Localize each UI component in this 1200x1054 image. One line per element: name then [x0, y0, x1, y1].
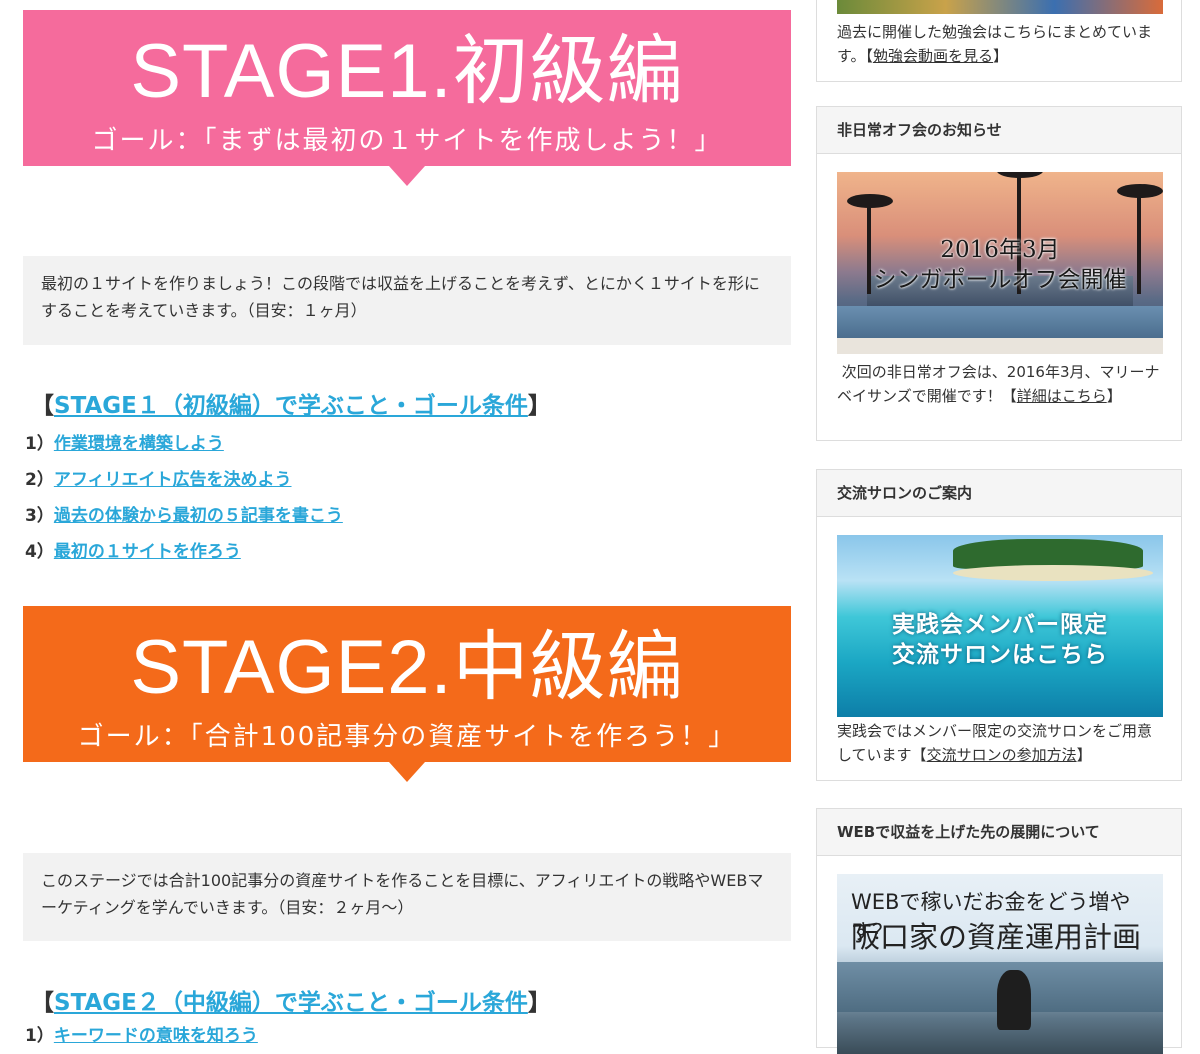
stage1-heading: 【STAGE１（初級編）で学ぶこと・ゴール条件】: [31, 386, 551, 420]
stage1-list: 1）作業環境を構築しよう 2）アフィリエイト広告を決めよう 3）過去の体験から最…: [25, 426, 343, 570]
salon-text-after: 】: [1076, 746, 1092, 764]
list-item-link[interactable]: 過去の体験から最初の５記事を書こう: [54, 506, 343, 526]
web-widget-title: WEBで収益を上げた先の展開について: [817, 809, 1181, 856]
stage2-heading: 【STAGE２（中級編）で学ぶこと・ゴール条件】: [31, 983, 551, 1017]
salon-image-line1: 実践会メンバー限定: [892, 612, 1108, 638]
study-image[interactable]: [837, 0, 1163, 14]
list-item-number: 4）: [25, 542, 54, 562]
web-widget: WEBで収益を上げた先の展開について WEBで稼いだお金をどう増やす？ 阪口家の…: [816, 808, 1182, 1054]
stage2-banner: STAGE2.中級編 ゴール：「合計100記事分の資産サイトを作ろう！」: [23, 606, 791, 782]
study-text: 過去に開催した勉強会はこちらにまとめています。【勉強会動画を見る】: [837, 20, 1163, 68]
offkai-detail-link[interactable]: 詳細はこちら: [1017, 387, 1107, 405]
palm-frond: [1117, 184, 1163, 198]
singapore-offkai-banner[interactable]: 2016年3月 シンガポールオフ会開催: [837, 172, 1163, 354]
list-item: 1）作業環境を構築しよう: [25, 426, 343, 462]
bracket-open: 【: [31, 393, 54, 419]
list-item-link[interactable]: 作業環境を構築しよう: [54, 434, 224, 454]
offkai-text-after: 】: [1106, 387, 1122, 405]
stage2-list: 1）キーワードの意味を知ろう: [25, 1018, 258, 1054]
list-item-link[interactable]: キーワードの意味を知ろう: [54, 1026, 258, 1046]
stage1-banner-goal: ゴール：「まずは最初の１サイトを作成しよう！」: [91, 126, 723, 156]
offkai-widget-title: 非日常オフ会のお知らせ: [817, 107, 1181, 154]
bracket-close: 】: [527, 990, 551, 1016]
stage1-banner-arrow: [389, 166, 425, 186]
salon-widget-title: 交流サロンのご案内: [817, 470, 1181, 517]
offkai-image-date: 2016年3月: [940, 237, 1060, 263]
stage2-heading-link[interactable]: STAGE２（中級編）で学ぶこと・ゴール条件: [54, 990, 528, 1016]
study-video-link[interactable]: 勉強会動画を見る: [873, 47, 993, 65]
salon-widget: 交流サロンのご案内 実践会メンバー限定 交流サロンはこちら 実践会ではメンバー限…: [816, 469, 1182, 781]
stage1-heading-link[interactable]: STAGE１（初級編）で学ぶこと・ゴール条件: [54, 393, 528, 419]
palm-frond: [847, 194, 893, 208]
offkai-text: 次回の非日常オフ会は、2016年3月、マリーナベイサンズで開催です！【詳細はこち…: [837, 360, 1163, 408]
bracket-close: 】: [527, 393, 551, 419]
stage2-description: このステージでは合計100記事分の資産サイトを作ることを目標に、アフィリエイトの…: [23, 853, 791, 941]
list-item: 1）キーワードの意味を知ろう: [25, 1018, 258, 1054]
bracket-open: 【: [31, 990, 54, 1016]
list-item: 4）最初の１サイトを作ろう: [25, 534, 343, 570]
study-widget: 過去に開催した勉強会はこちらにまとめています。【勉強会動画を見る】: [816, 0, 1182, 82]
stage2-banner-goal: ゴール：「合計100記事分の資産サイトを作ろう！」: [77, 722, 737, 752]
stage1-banner: STAGE1.初級編 ゴール：「まずは最初の１サイトを作成しよう！」: [23, 10, 791, 186]
list-item: 3）過去の体験から最初の５記事を書こう: [25, 498, 343, 534]
list-item-link[interactable]: 最初の１サイトを作ろう: [54, 542, 241, 562]
stage1-description: 最初の１サイトを作りましょう！この段階では収益を上げることを考えず、とにかく１サ…: [23, 256, 791, 345]
salon-join-link[interactable]: 交流サロンの参加方法: [927, 746, 1077, 764]
study-text-after: 】: [993, 47, 1009, 65]
person-silhouette: [997, 970, 1031, 1030]
stage2-banner-arrow: [389, 762, 425, 782]
island-beach: [953, 565, 1153, 581]
salon-banner[interactable]: 実践会メンバー限定 交流サロンはこちら: [837, 535, 1163, 717]
list-item-link[interactable]: アフィリエイト広告を決めよう: [54, 470, 292, 490]
list-item-number: 2）: [25, 470, 54, 490]
stage2-banner-title: STAGE2.中級編: [130, 625, 684, 710]
asset-plan-banner[interactable]: WEBで稼いだお金をどう増やす？ 阪口家の資産運用計画: [837, 874, 1163, 1054]
web-image-line2: 阪口家の資産運用計画: [851, 920, 1142, 954]
salon-image-line2: 交流サロンはこちら: [892, 642, 1108, 668]
list-item-number: 1）: [25, 434, 54, 454]
palm-frond: [997, 172, 1043, 178]
offkai-image-title: シンガポールオフ会開催: [873, 267, 1127, 293]
list-item: 2）アフィリエイト広告を決めよう: [25, 462, 343, 498]
pool-deck: [837, 338, 1163, 354]
list-item-number: 1）: [25, 1026, 54, 1046]
offkai-widget: 非日常オフ会のお知らせ 2016年3月 シンガポールオフ会開催 次回の非日常オフ…: [816, 106, 1182, 441]
list-item-number: 3）: [25, 506, 54, 526]
stage1-banner-title: STAGE1.初級編: [130, 29, 684, 114]
salon-text: 実践会ではメンバー限定の交流サロンをご用意しています【交流サロンの参加方法】: [837, 719, 1163, 767]
